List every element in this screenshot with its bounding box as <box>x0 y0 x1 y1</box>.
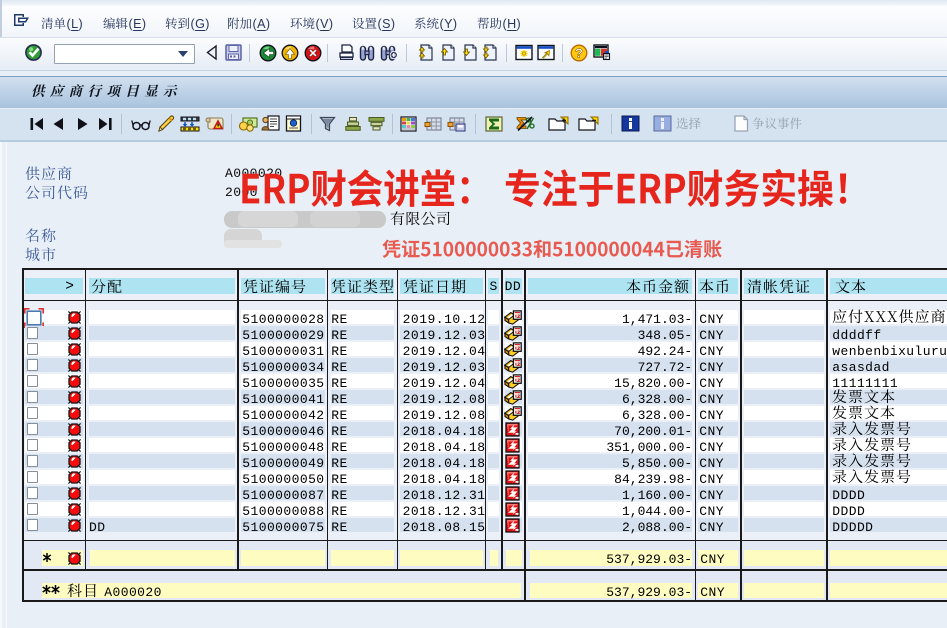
svg-text:?: ? <box>575 46 583 61</box>
